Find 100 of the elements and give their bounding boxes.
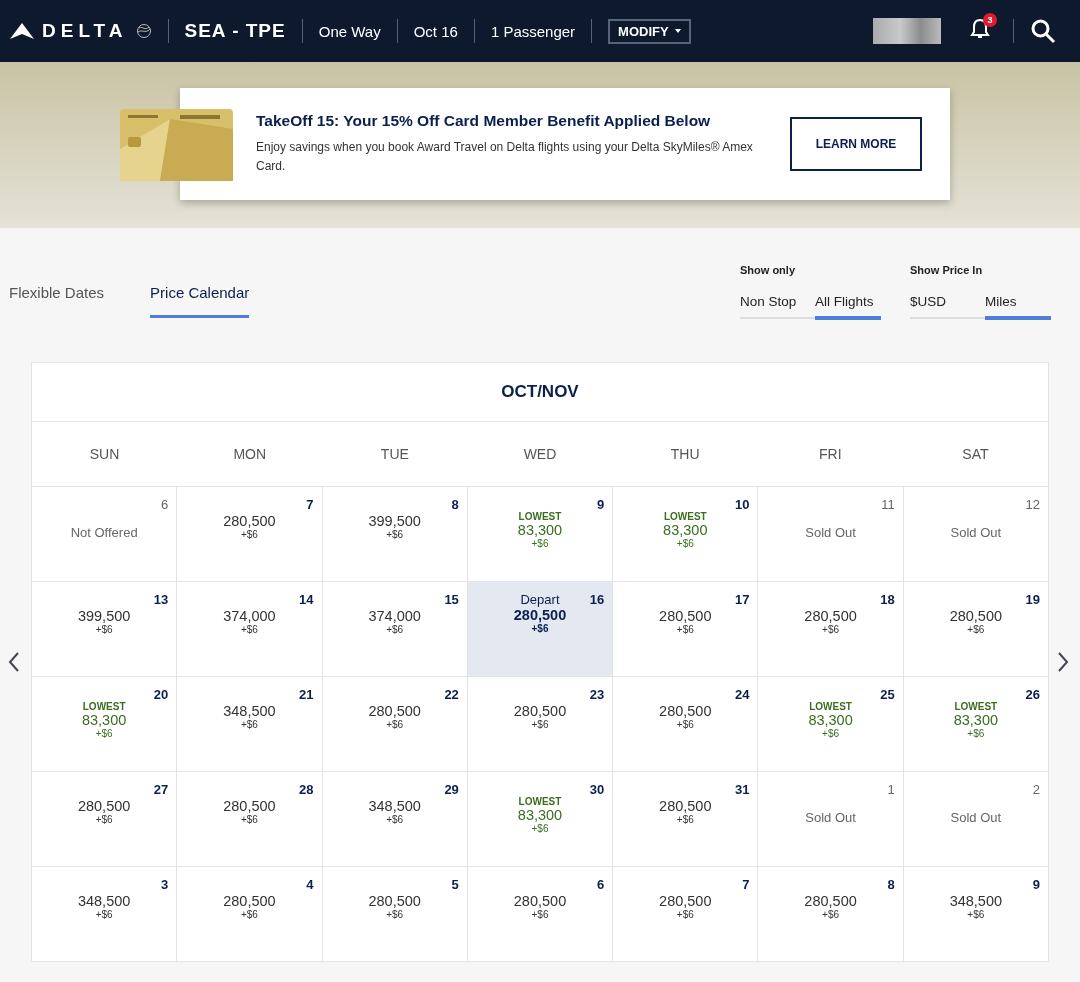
miles-price: 83,300 <box>663 522 708 538</box>
globe-icon <box>135 23 152 39</box>
fee-text: +$6 <box>676 909 694 920</box>
calendar-day[interactable]: 23 280,500 +$6 <box>467 677 614 772</box>
day-number: 22 <box>444 687 459 703</box>
calendar-day[interactable]: 6 280,500 +$6 <box>467 867 614 962</box>
miles-price: 280,500 <box>368 703 421 719</box>
miles-price: 280,500 <box>513 703 567 719</box>
calendar-day[interactable]: 15 374,000 +$6 <box>322 582 468 677</box>
view-tab[interactable]: Price Calendar <box>150 284 250 318</box>
learn-more-button[interactable]: LEARN MORE <box>790 117 922 171</box>
passenger-count: 1 Passenger <box>490 22 576 40</box>
calendar-day[interactable]: 9 348,500 +$6 <box>903 867 1049 962</box>
calendar-day[interactable]: 22 280,500 +$6 <box>322 677 468 772</box>
calendar-day[interactable]: 17 280,500 +$6 <box>613 582 759 677</box>
calendar-day[interactable]: 14 374,000 +$6 <box>177 582 323 677</box>
calendar-day[interactable]: 7 280,500 +$6 <box>613 867 759 962</box>
day-number: 29 <box>444 782 459 798</box>
calendar-day[interactable]: 2 Sold Out <box>903 772 1049 867</box>
availability-text: Sold Out <box>950 525 1002 540</box>
promo-title: TakeOff 15: Your 15% Off Card Member Benefit Applied Below <box>256 112 712 130</box>
fee-text: +$6 <box>240 719 258 730</box>
search-icon[interactable] <box>1030 18 1056 44</box>
day-number: 6 <box>596 877 605 893</box>
fee-text: +$6 <box>386 624 404 635</box>
day-number: 19 <box>1025 592 1040 608</box>
view-tab[interactable]: Flexible Dates <box>9 284 105 318</box>
chevron-left-icon[interactable] <box>8 652 20 672</box>
filter-option[interactable]: All Flights <box>815 294 881 320</box>
miles-price: 280,500 <box>659 893 712 909</box>
miles-price: 399,500 <box>368 513 421 529</box>
filter-option[interactable]: $USD <box>910 294 985 320</box>
filter-label: Show only <box>740 264 796 276</box>
lowest-tag: LOWEST <box>518 511 562 522</box>
fee-text: +$6 <box>386 719 404 730</box>
day-number: 14 <box>299 592 314 608</box>
day-number: 30 <box>589 782 605 798</box>
calendar-day[interactable]: 19 280,500 +$6 <box>903 582 1049 677</box>
calendar-day[interactable]: 9 LOWEST 83,300 +$6 <box>467 487 614 582</box>
calendar-day[interactable]: 5 280,500 +$6 <box>322 867 468 962</box>
calendar-day[interactable]: 12 Sold Out <box>903 487 1049 582</box>
fee-text: +$6 <box>822 728 840 739</box>
lowest-tag: LOWEST <box>809 701 852 712</box>
weekday-label: TUE <box>379 446 410 462</box>
calendar-day[interactable]: 7 280,500 +$6 <box>177 487 323 582</box>
promo-text: Enjoy savings when you book Award Travel on Delta flights using your Delta SkyMiles® Amex Card. <box>256 139 754 175</box>
fee-text: +$6 <box>531 538 549 549</box>
day-number: 17 <box>734 592 750 608</box>
calendar-day[interactable]: 11 Sold Out <box>758 487 904 582</box>
weekday-label: FRI <box>818 446 843 462</box>
miles-price: 280,500 <box>659 608 712 624</box>
day-number: 23 <box>589 687 605 703</box>
calendar-day[interactable]: 27 280,500 +$6 <box>32 772 178 867</box>
chevron-right-icon[interactable] <box>1057 652 1069 672</box>
calendar-day[interactable]: Depart 16 280,500 +$6 <box>467 582 614 677</box>
calendar-day[interactable]: 25 LOWEST 83,300 +$6 <box>758 677 904 772</box>
bell-icon[interactable] <box>969 18 991 40</box>
filter-option[interactable]: Non Stop <box>740 294 815 320</box>
calendar-day[interactable]: 13 399,500 +$6 <box>32 582 178 677</box>
miles-price: 83,300 <box>81 712 127 728</box>
miles-price: 83,300 <box>808 712 853 728</box>
modify-button[interactable]: MODIFY <box>608 18 691 44</box>
calendar-day[interactable]: 8 399,500 +$6 <box>322 487 468 582</box>
miles-price: 280,500 <box>804 893 857 909</box>
miles-price: 280,500 <box>223 513 276 529</box>
day-number: 20 <box>153 687 169 703</box>
miles-price: 348,500 <box>223 703 276 719</box>
availability-text: Sold Out <box>950 810 1002 825</box>
calendar-day[interactable]: 8 280,500 +$6 <box>758 867 904 962</box>
lowest-tag: LOWEST <box>663 511 707 522</box>
miles-price: 280,500 <box>223 798 276 814</box>
day-number: 5 <box>451 877 459 893</box>
logo-text[interactable]: DELTA <box>42 20 128 42</box>
calendar-day[interactable]: 26 LOWEST 83,300 +$6 <box>903 677 1049 772</box>
calendar-day[interactable]: 4 280,500 +$6 <box>177 867 323 962</box>
miles-price: 280,500 <box>949 608 1003 624</box>
calendar-day[interactable]: 31 280,500 +$6 <box>613 772 759 867</box>
fee-text: +$6 <box>240 624 258 635</box>
calendar-day[interactable]: 20 LOWEST 83,300 +$6 <box>32 677 178 772</box>
weekday-label: THU <box>669 446 701 462</box>
calendar-day[interactable]: 10 LOWEST 83,300 +$6 <box>613 487 759 582</box>
calendar-day[interactable]: 18 280,500 +$6 <box>758 582 904 677</box>
calendar-day[interactable]: 28 280,500 +$6 <box>177 772 323 867</box>
calendar-day[interactable]: 24 280,500 +$6 <box>613 677 759 772</box>
calendar-day[interactable]: 3 348,500 +$6 <box>32 867 178 962</box>
lowest-tag: LOWEST <box>518 796 562 807</box>
filter-option[interactable]: Miles <box>985 294 1051 320</box>
miles-price: 399,500 <box>77 608 131 624</box>
calendar-day[interactable]: 1 Sold Out <box>758 772 904 867</box>
lowest-tag: LOWEST <box>82 701 126 712</box>
fee-text: +$6 <box>386 529 404 540</box>
miles-price: 374,000 <box>223 608 276 624</box>
day-number: 11 <box>881 497 895 513</box>
weekday-label: WED <box>522 446 558 462</box>
calendar-day[interactable]: 29 348,500 +$6 <box>322 772 468 867</box>
calendar-day[interactable]: 21 348,500 +$6 <box>177 677 323 772</box>
calendar-day[interactable]: 6 Not Offered <box>32 487 178 582</box>
day-number: 26 <box>1025 687 1040 703</box>
calendar-day[interactable]: 30 LOWEST 83,300 +$6 <box>467 772 614 867</box>
day-number: 1 <box>887 782 895 798</box>
